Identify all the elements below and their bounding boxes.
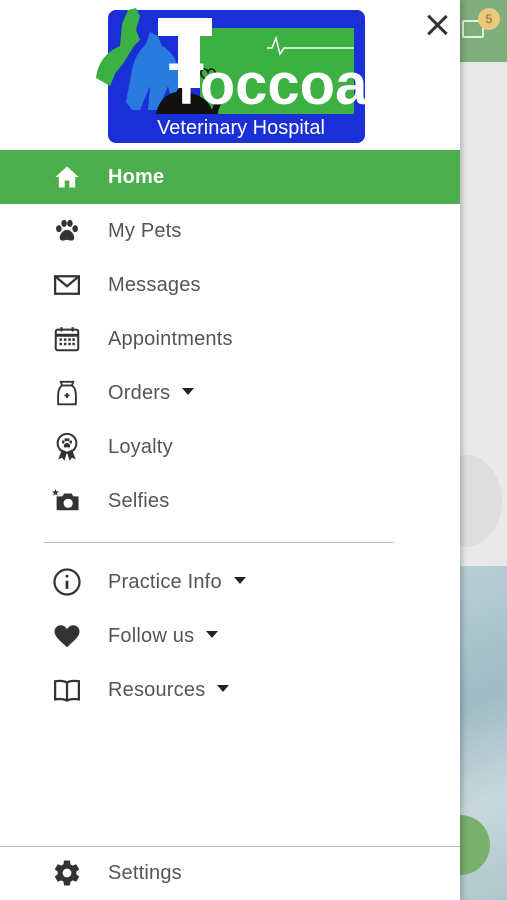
menu-item-label: Home xyxy=(108,165,165,188)
menu-item-selfies[interactable]: Selfies xyxy=(0,474,460,528)
chevron-down-icon xyxy=(233,576,246,584)
heart-icon xyxy=(52,621,82,651)
main-menu: Home My Pets Messages Appointments Order… xyxy=(0,150,460,717)
menu-item-label: Resources xyxy=(108,678,230,702)
menu-item-messages[interactable]: Messages xyxy=(0,258,460,312)
practice-info-label-text: Practice Info xyxy=(108,570,222,593)
navigation-drawer: Toccoa Veterinary Hospital Home My Pets xyxy=(0,0,460,900)
close-button[interactable] xyxy=(422,10,452,40)
menu-item-practice-info[interactable]: Practice Info xyxy=(0,555,460,609)
menu-item-follow-us[interactable]: Follow us xyxy=(0,609,460,663)
follow-us-label-text: Follow us xyxy=(108,624,195,647)
background-app-header: 5 xyxy=(460,0,507,62)
gear-icon xyxy=(52,858,82,888)
home-icon xyxy=(52,162,82,192)
calendar-icon xyxy=(52,324,82,354)
menu-item-label: Messages xyxy=(108,273,201,296)
chevron-down-icon xyxy=(206,630,219,638)
award-ribbon-icon xyxy=(52,432,82,462)
menu-item-loyalty[interactable]: Loyalty xyxy=(0,420,460,474)
menu-item-label: Appointments xyxy=(108,327,233,350)
book-icon xyxy=(52,675,82,705)
medicine-bag-icon xyxy=(52,378,82,408)
background-app: 5 xyxy=(460,0,507,900)
menu-item-label: Settings xyxy=(108,861,182,884)
mail-icon xyxy=(52,270,82,300)
menu-item-home[interactable]: Home xyxy=(0,150,460,204)
resources-label-text: Resources xyxy=(108,678,206,701)
orders-label-text: Orders xyxy=(108,381,171,404)
menu-item-label: My Pets xyxy=(108,219,182,242)
menu-item-label: Follow us xyxy=(108,624,219,648)
notification-badge: 5 xyxy=(478,8,500,30)
menu-item-settings[interactable]: Settings xyxy=(0,846,460,900)
menu-item-label: Orders xyxy=(108,381,195,405)
logo-name: Toccoa xyxy=(169,52,367,117)
menu-item-label: Loyalty xyxy=(108,435,173,458)
menu-item-label: Selfies xyxy=(108,489,170,512)
info-icon xyxy=(52,567,82,597)
paw-icon xyxy=(52,216,82,246)
logo-subtitle: Veterinary Hospital xyxy=(157,117,325,139)
menu-item-appointments[interactable]: Appointments xyxy=(0,312,460,366)
menu-item-orders[interactable]: Orders xyxy=(0,366,460,420)
chevron-down-icon xyxy=(182,387,195,395)
menu-divider xyxy=(44,542,394,543)
camera-icon xyxy=(52,486,82,516)
menu-item-label: Practice Info xyxy=(108,571,246,594)
menu-item-resources[interactable]: Resources xyxy=(0,663,460,717)
menu-item-my-pets[interactable]: My Pets xyxy=(0,204,460,258)
clinic-logo: Toccoa Veterinary Hospital xyxy=(96,8,367,143)
chevron-down-icon xyxy=(217,684,230,692)
